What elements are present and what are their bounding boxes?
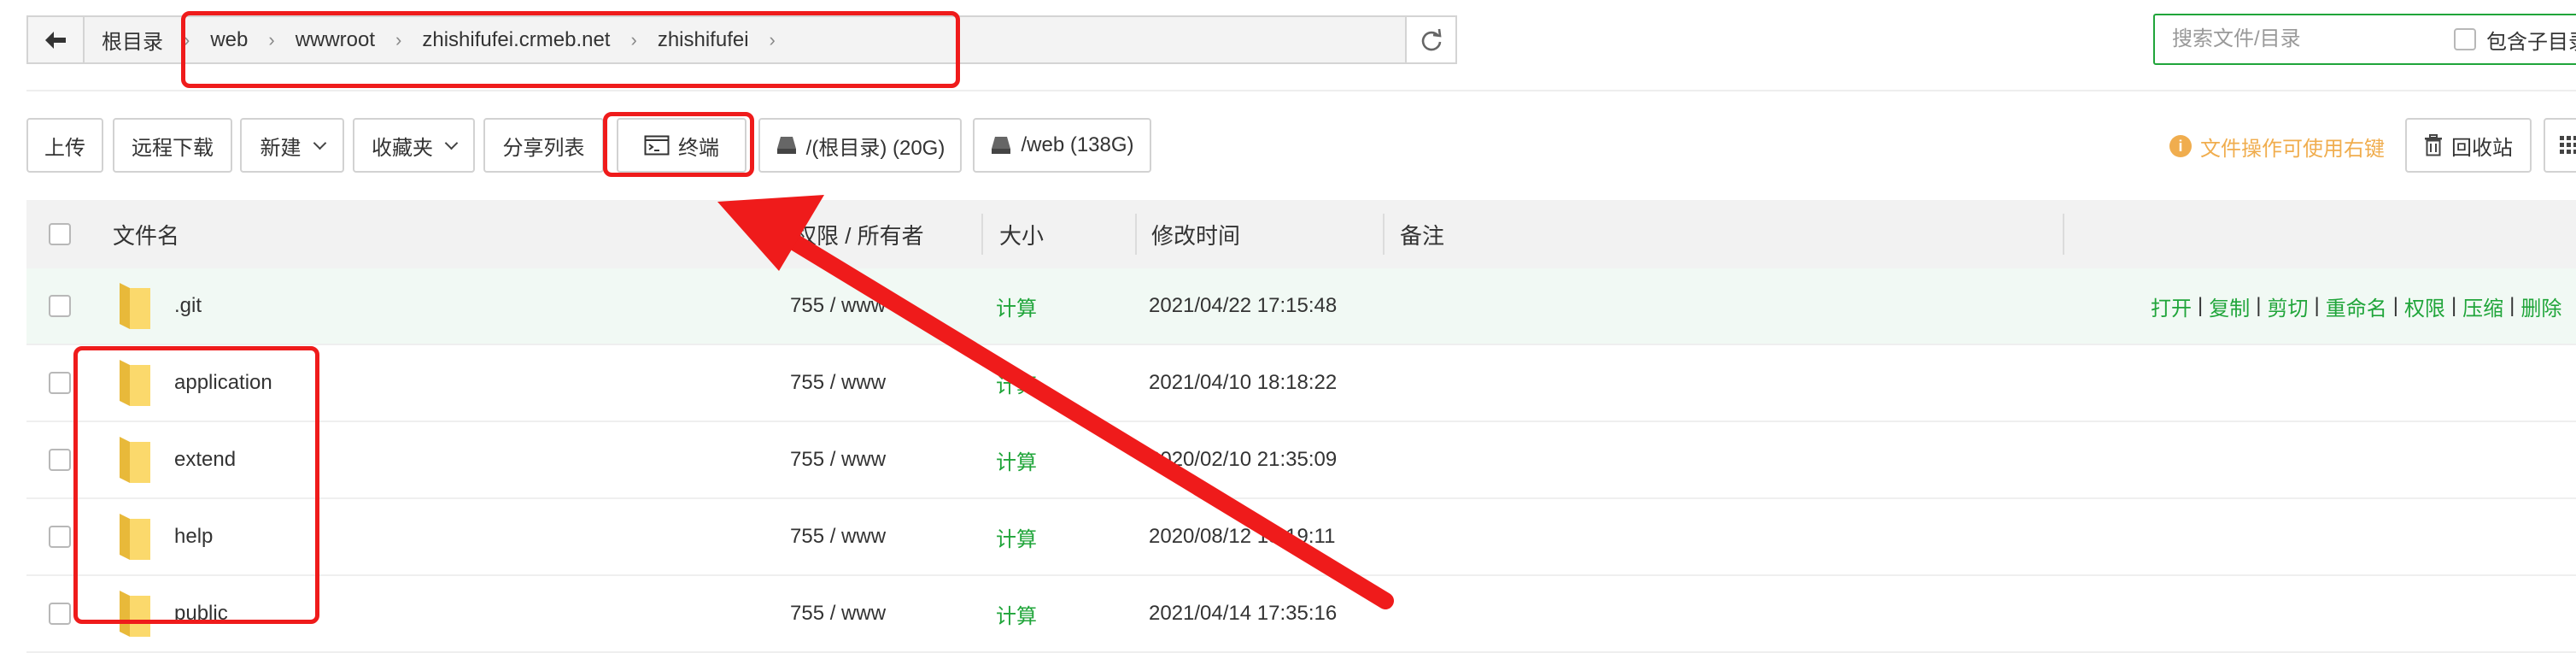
upload-button-label: 上传: [44, 136, 85, 160]
header-filename[interactable]: 文件名: [113, 200, 179, 268]
table-row[interactable]: application 755 / www 计算 2021/04/10 18:1…: [26, 345, 2576, 422]
share-list-button[interactable]: 分享列表: [483, 118, 604, 173]
remote-download-label: 远程下载: [132, 136, 214, 160]
column-divider: [1135, 214, 1137, 255]
checkbox-box[interactable]: [2454, 28, 2476, 50]
column-divider: [778, 214, 780, 255]
annotation-box-terminal: [603, 112, 754, 177]
annotation-box-folders: [73, 346, 319, 624]
select-all-checkbox[interactable]: [49, 223, 71, 245]
file-mtime: 2021/04/10 18:18:22: [1149, 371, 1338, 394]
file-mtime: 2020/02/10 21:35:09: [1149, 448, 1338, 471]
table-row[interactable]: help 755 / www 计算 2020/08/12 15:19:11: [26, 499, 2576, 576]
new-label: 新建: [260, 136, 302, 160]
breadcrumb-root[interactable]: 根目录: [102, 25, 163, 55]
rename-link[interactable]: 重命名: [2326, 291, 2387, 321]
column-divider: [2063, 214, 2064, 255]
disk-root-button[interactable]: /(根目录) (20G): [758, 118, 962, 173]
compress-link[interactable]: 压缩: [2462, 291, 2503, 321]
tip-text: 文件操作可使用右键: [2200, 137, 2385, 161]
upload-button[interactable]: 上传: [26, 118, 103, 173]
trash-icon: [2425, 134, 2442, 156]
column-divider: [981, 214, 983, 255]
header-permission[interactable]: 权限 / 所有者: [794, 200, 924, 268]
size-calc-link[interactable]: 计算: [996, 576, 1037, 651]
header-size[interactable]: 大小: [999, 200, 1044, 268]
disk-web-label: /web (138G): [1021, 133, 1134, 156]
back-button[interactable]: [26, 15, 83, 64]
refresh-icon: [1421, 28, 1441, 50]
new-dropdown-button[interactable]: 新建: [240, 118, 344, 173]
table-row[interactable]: .git 755 / www 计算 2021/04/22 17:15:48 打开…: [26, 268, 2576, 345]
size-calc-link[interactable]: 计算: [996, 422, 1037, 497]
remote-download-button[interactable]: 远程下载: [113, 118, 232, 173]
folder-icon: [116, 268, 154, 344]
file-permission[interactable]: 755 / www: [790, 345, 886, 421]
share-list-label: 分享列表: [502, 136, 585, 160]
file-mtime: 2021/04/14 17:35:16: [1149, 602, 1338, 625]
file-permission[interactable]: 755 / www: [790, 268, 886, 344]
include-subdir-checkbox[interactable]: 包含子目录: [2454, 25, 2576, 55]
file-permission[interactable]: 755 / www: [790, 576, 886, 651]
row-actions: 打开 | 复制 | 剪切 | 重命名 | 权限 | 压缩 | 删除: [2151, 268, 2561, 344]
open-link[interactable]: 打开: [2151, 291, 2192, 321]
search-box: 包含子目录: [2153, 14, 2576, 65]
disk-web-button[interactable]: /web (138G): [973, 118, 1151, 173]
cut-link[interactable]: 剪切: [2267, 291, 2308, 321]
info-icon: i: [2169, 135, 2192, 157]
row-checkbox[interactable]: [49, 372, 71, 394]
view-toggle-button[interactable]: [2544, 118, 2576, 173]
file-permission[interactable]: 755 / www: [790, 422, 886, 497]
annotation-box-breadcrumb: [181, 11, 960, 88]
include-subdir-label: 包含子目录: [2486, 30, 2576, 54]
row-checkbox[interactable]: [49, 526, 71, 548]
file-mtime: 2021/04/22 17:15:48: [1149, 294, 1338, 317]
row-checkbox[interactable]: [49, 449, 71, 471]
refresh-button[interactable]: [1405, 15, 1457, 64]
context-menu-tip: i 文件操作可使用右键: [2169, 128, 2385, 164]
arrow-left-icon: [45, 31, 66, 49]
favorites-dropdown-button[interactable]: 收藏夹: [353, 118, 475, 173]
disk-root-label: /(根目录) (20G): [805, 136, 946, 160]
permission-link[interactable]: 权限: [2404, 291, 2445, 321]
favorites-label: 收藏夹: [372, 136, 433, 160]
file-mtime: 2020/08/12 15:19:11: [1149, 525, 1336, 548]
table-row[interactable]: public 755 / www 计算 2021/04/14 17:35:16: [26, 576, 2576, 653]
table-row[interactable]: extend 755 / www 计算 2020/02/10 21:35:09: [26, 422, 2576, 499]
size-calc-link[interactable]: 计算: [996, 268, 1037, 344]
hard-drive-icon: [776, 137, 796, 154]
header-note: 备注: [1400, 222, 1445, 249]
search-input[interactable]: [2170, 26, 2447, 52]
recycle-bin-button[interactable]: 回收站: [2405, 118, 2532, 173]
grid-icon: [2560, 136, 2576, 154]
file-table-header: 文件名 权限 / 所有者 大小 修改时间 备注: [26, 200, 2576, 268]
recycle-bin-label: 回收站: [2451, 136, 2513, 160]
copy-link[interactable]: 复制: [2209, 291, 2250, 321]
chevron-down-icon: [444, 136, 459, 150]
chevron-down-icon: [313, 136, 326, 150]
row-checkbox[interactable]: [49, 295, 71, 317]
file-name[interactable]: .git: [174, 268, 202, 344]
size-calc-link[interactable]: 计算: [996, 345, 1037, 421]
header-mtime[interactable]: 修改时间: [1151, 200, 1240, 268]
hard-drive-icon: [992, 137, 1011, 154]
column-divider: [1383, 214, 1385, 255]
file-permission[interactable]: 755 / www: [790, 499, 886, 574]
divider: [26, 90, 2576, 91]
row-checkbox[interactable]: [49, 603, 71, 625]
delete-link[interactable]: 删除: [2520, 291, 2561, 321]
size-calc-link[interactable]: 计算: [996, 499, 1037, 574]
